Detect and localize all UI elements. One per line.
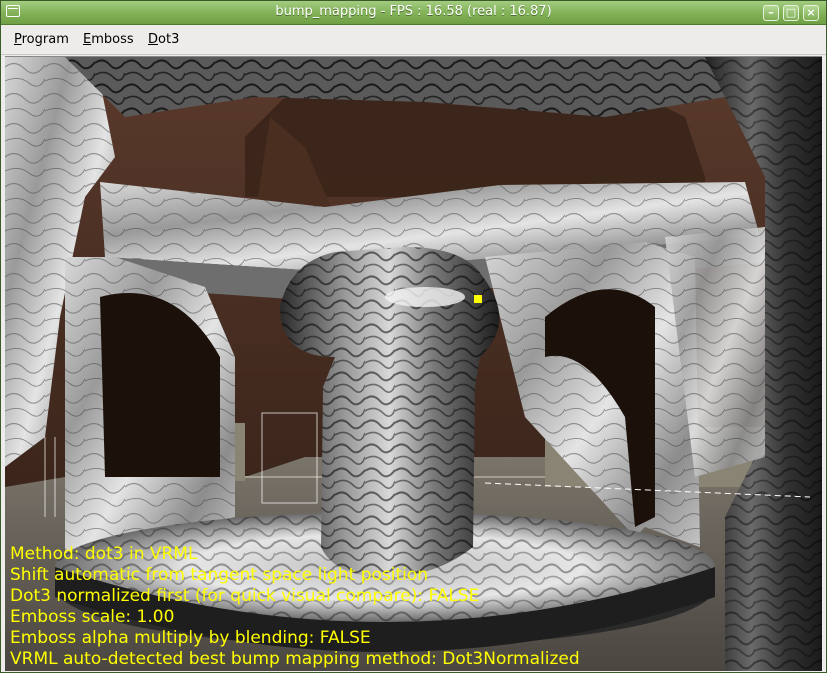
light-position-marker xyxy=(474,295,482,303)
menu-emboss[interactable]: Emboss xyxy=(83,32,134,47)
close-button[interactable]: × xyxy=(803,5,819,21)
overlay-line-best-method: VRML auto-detected best bump mapping met… xyxy=(10,649,580,669)
3d-viewport[interactable]: Method: dot3 in VRML Shift automatic fro… xyxy=(5,56,822,671)
title-bar[interactable]: bump_mapping - FPS : 16.58 (real : 16.87… xyxy=(1,1,826,25)
menu-dot3[interactable]: Dot3 xyxy=(148,32,179,47)
overlay-line-shift: Shift automatic from tangent space light… xyxy=(10,565,429,585)
minimize-button[interactable]: – xyxy=(763,5,779,21)
menu-bar: Program Emboss Dot3 xyxy=(1,25,826,55)
overlay-line-emboss-scale: Emboss scale: 1.00 xyxy=(10,607,175,627)
overlay-line-dot3-normalized: Dot3 normalized first (for quick visual … xyxy=(10,586,480,606)
window-title: bump_mapping - FPS : 16.58 (real : 16.87… xyxy=(275,4,552,19)
maximize-button[interactable]: □ xyxy=(783,5,799,21)
menu-program[interactable]: Program xyxy=(14,32,69,47)
overlay-line-method: Method: dot3 in VRML xyxy=(10,544,198,564)
status-overlay: Method: dot3 in VRML Shift automatic fro… xyxy=(10,544,580,670)
app-window: bump_mapping - FPS : 16.58 (real : 16.87… xyxy=(0,0,827,673)
overlay-line-emboss-alpha: Emboss alpha multiply by blending: FALSE xyxy=(10,628,371,648)
